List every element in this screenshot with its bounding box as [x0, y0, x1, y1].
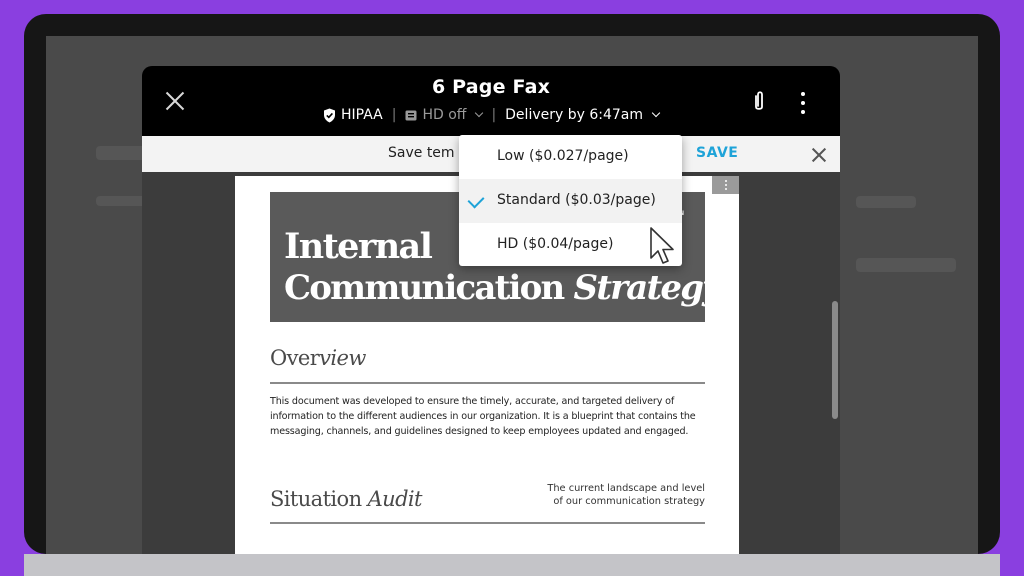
banner-title-line2: Communication Strategy — [284, 268, 722, 308]
option-label: Low ($0.027/page) — [497, 148, 629, 164]
background-text — [856, 196, 916, 208]
quality-option-standard[interactable]: Standard ($0.03/page) — [459, 179, 682, 223]
shield-check-icon — [324, 108, 335, 122]
hipaa-label: HIPAA — [341, 107, 383, 123]
scrollbar[interactable] — [832, 301, 838, 419]
device-frame: 6 Page Fax HIPAA | HD off | Delivery by … — [24, 14, 1000, 554]
page-title: 6 Page Fax — [431, 76, 551, 98]
banner-title-line1: Internal — [284, 226, 433, 267]
hd-dropdown[interactable]: HD off — [405, 107, 484, 123]
paragraph-line: information to the different audiences i… — [270, 411, 696, 422]
paperclip-icon[interactable] — [748, 90, 770, 114]
overview-heading-italic: view — [319, 346, 366, 370]
option-label: Standard ($0.03/page) — [497, 192, 656, 208]
hipaa-toggle[interactable]: HIPAA — [323, 107, 383, 123]
banner-title-plain: Communication — [284, 268, 565, 308]
paragraph-line: messaging, channels, and guidelines desi… — [270, 426, 689, 437]
audit-heading-plain: Situation — [270, 487, 362, 511]
divider: | — [391, 107, 397, 123]
overview-heading-plain: Over — [270, 346, 320, 370]
situation-audit-heading: Situation Audit — [270, 487, 422, 511]
save-template-label: Save tem — [388, 145, 455, 161]
background-text — [856, 258, 956, 272]
check-icon — [467, 191, 485, 209]
option-label: HD ($0.04/page) — [497, 236, 614, 252]
page-menu-icon[interactable] — [712, 176, 739, 194]
aside-line: The current landscape and level — [547, 483, 705, 494]
modal-header: 6 Page Fax HIPAA | HD off | Delivery by … — [142, 66, 840, 136]
close-icon[interactable] — [812, 148, 826, 162]
more-options-icon[interactable] — [798, 92, 808, 114]
quality-option-low[interactable]: Low ($0.027/page) — [459, 135, 682, 179]
mouse-pointer-icon — [650, 227, 674, 264]
fax-options-bar: HIPAA | HD off | Delivery by 6:47am — [142, 107, 840, 123]
chevron-down-icon — [651, 108, 661, 118]
fax-quality-icon — [405, 110, 417, 120]
paragraph-line: This document was developed to ensure th… — [270, 396, 675, 407]
delivery-label: Delivery by 6:47am — [505, 107, 643, 123]
hd-label: HD off — [422, 107, 467, 123]
overview-paragraph: This document was developed to ensure th… — [270, 394, 705, 439]
section-divider — [270, 522, 705, 524]
delivery-dropdown[interactable]: Delivery by 6:47am — [505, 107, 661, 123]
section-divider — [270, 382, 705, 384]
audit-heading-italic: Audit — [367, 487, 423, 511]
save-button[interactable]: SAVE — [696, 145, 738, 161]
audit-aside-text: The current landscape and level of our c… — [515, 482, 705, 508]
overview-heading: Overview — [270, 346, 366, 370]
divider: | — [491, 107, 497, 123]
aside-line: of our communication strategy — [553, 496, 705, 507]
chevron-down-icon — [475, 108, 484, 118]
device-chin — [24, 554, 1000, 576]
screen: 6 Page Fax HIPAA | HD off | Delivery by … — [46, 36, 978, 554]
banner-title-italic: Strategy — [573, 268, 721, 308]
